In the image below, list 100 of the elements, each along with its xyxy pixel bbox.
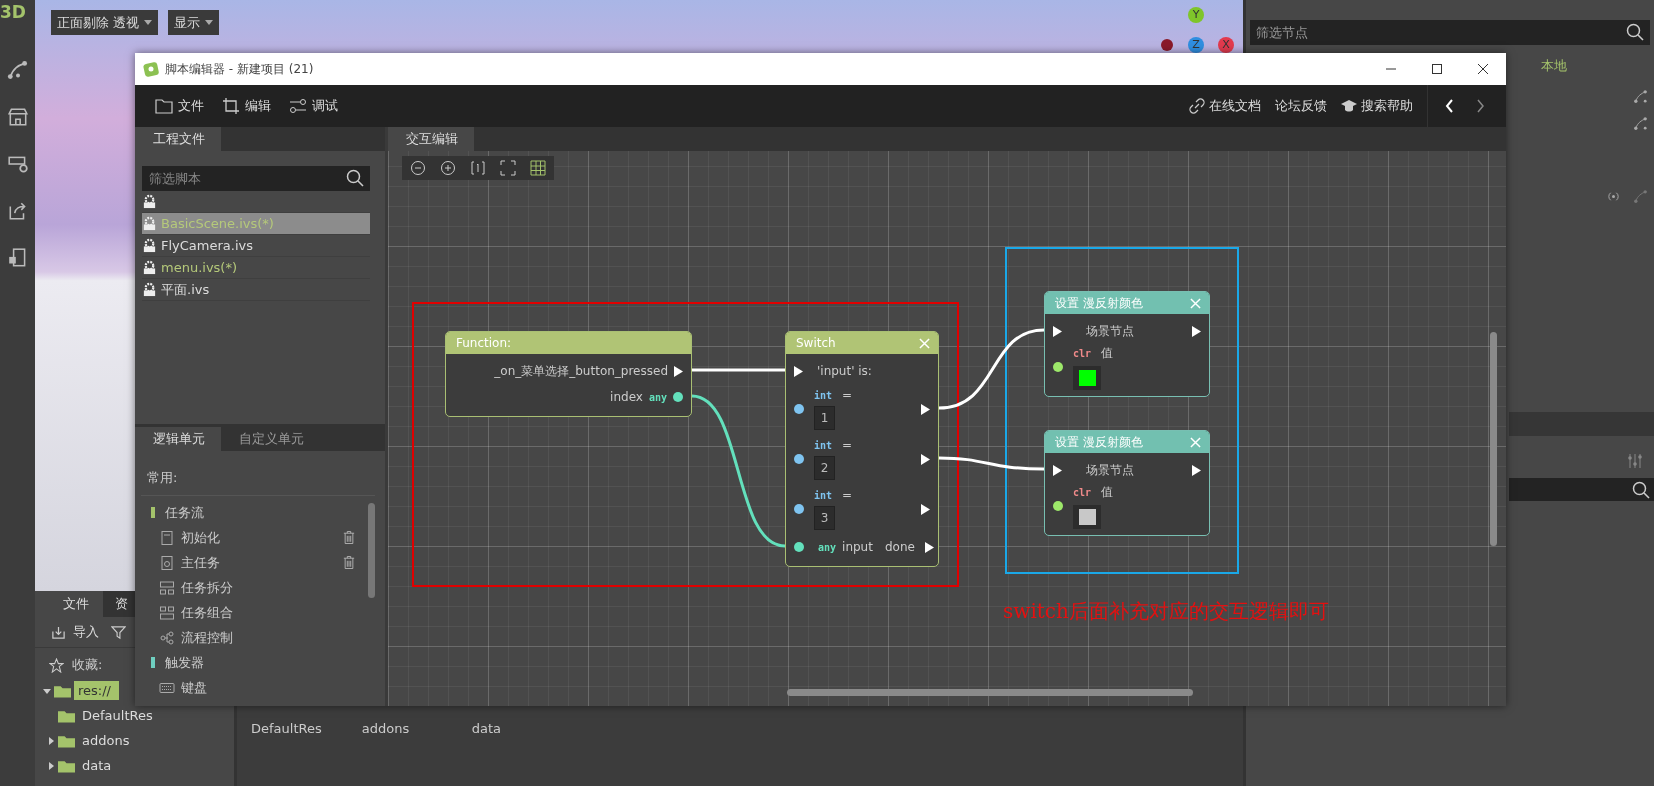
port-dot[interactable] [794, 504, 804, 514]
store-icon[interactable] [6, 106, 29, 128]
exec-triangle-icon[interactable] [674, 365, 683, 377]
port-label: 场景节点 [1086, 322, 1134, 340]
value-field[interactable]: 1 [814, 406, 835, 430]
graduation-cap-icon [1341, 98, 1357, 114]
script-filter-field[interactable]: 筛选脚本 [142, 166, 370, 191]
panel-tab[interactable]: 工程文件 [135, 127, 221, 151]
folder-icon [54, 683, 71, 698]
node-graph-icon[interactable] [1633, 189, 1648, 204]
type-label: any [648, 391, 667, 403]
port-label: 'input' is: [817, 364, 872, 378]
script-list-item[interactable]: menu.ivs(*) [142, 257, 370, 279]
unit-list-item[interactable]: 任务组合 [181, 603, 355, 622]
graph-node[interactable]: 设置 漫反射颜色 场景节点 clr 值 [1044, 291, 1210, 397]
editor-tab[interactable]: 交互编辑 [388, 127, 474, 151]
filter-icon[interactable] [111, 624, 126, 640]
unit-list-item[interactable]: 任务拆分 [181, 578, 355, 597]
type-label: int [814, 439, 833, 451]
event-name: _on_菜单选择_button_pressed [494, 362, 668, 380]
tree-item[interactable]: DefaultRes [78, 706, 157, 725]
port-dot[interactable] [1053, 501, 1063, 511]
tree-item[interactable]: data [78, 756, 116, 775]
gizmo-axis-handle[interactable]: Y [1188, 7, 1204, 23]
signal-icon[interactable] [1606, 189, 1621, 204]
help-link[interactable]: 在线文档 [1189, 97, 1261, 115]
file-item[interactable]: DefaultRes [251, 721, 322, 786]
exec-triangle-icon[interactable] [921, 453, 930, 465]
property-search-field[interactable] [1509, 478, 1654, 501]
type-label: any [818, 541, 837, 553]
dock-tab[interactable]: 文件 [35, 591, 103, 617]
menu-button[interactable]: 调试 [287, 97, 340, 115]
port-dot[interactable] [673, 392, 683, 402]
exec-triangle-icon[interactable] [1053, 325, 1062, 337]
color-picker[interactable] [1073, 504, 1101, 529]
zoom-out-icon[interactable] [410, 160, 426, 176]
graph-node[interactable]: Switch 'input' is: int = 1 int = 2 int = 3 any input done [785, 331, 939, 567]
exec-triangle-icon[interactable] [924, 541, 934, 553]
import-button[interactable]: 导入 [51, 623, 99, 641]
folder-icon [58, 758, 75, 773]
favorites-label: 收藏: [72, 656, 103, 674]
node-filter-field[interactable]: 筛选节点 [1250, 20, 1650, 45]
file-item[interactable]: data [471, 721, 542, 786]
port-label: index [610, 390, 643, 404]
file-item[interactable]: addons [361, 721, 432, 786]
unit-list-item[interactable]: 主任务 [181, 553, 337, 572]
actual-size-icon[interactable] [470, 160, 486, 176]
exec-triangle-icon[interactable] [794, 365, 803, 377]
sliders-icon[interactable] [1626, 452, 1644, 470]
help-link[interactable]: 论坛反馈 [1275, 97, 1327, 115]
graph-node[interactable]: 设置 漫反射颜色 场景节点 clr 值 [1044, 430, 1210, 536]
script-list-item[interactable]: FlyCamera.ivs [142, 235, 370, 257]
scrollbar-thumb[interactable] [368, 503, 375, 598]
menu-button[interactable]: 文件 [153, 97, 206, 115]
script-list-item[interactable]: 平面.ivs [142, 279, 370, 301]
exec-triangle-icon[interactable] [921, 403, 930, 415]
toggle-icon [289, 97, 307, 115]
unit-list-item[interactable]: 键盘 [181, 678, 355, 697]
panel-tab[interactable]: 本地 [1541, 58, 1567, 73]
expand-arrow-icon[interactable] [47, 736, 55, 745]
panel-tab[interactable]: 自定义单元 [221, 427, 320, 451]
exec-triangle-icon[interactable] [1053, 464, 1062, 476]
graph-canvas[interactable]: Function: _on_菜单选择_button_pressed index any Switch 'input' is: int = 1 int = 2 int = 3 any input done 设置 漫反射颜色 场景节点 clr 值 设置 漫反射颜色 场景节点 clr 值 switch后面补充对应的交互逻辑即可 [388, 151, 1506, 706]
node-title: 设置 漫反射颜色 [1055, 433, 1144, 451]
exec-triangle-icon[interactable] [1192, 325, 1201, 337]
viewport-menu-button[interactable]: 正面剔除 透视 [51, 10, 159, 35]
expand-arrow-icon[interactable] [47, 761, 55, 770]
port-dot[interactable] [794, 404, 804, 414]
trash-icon[interactable] [343, 555, 355, 570]
value-field[interactable]: 3 [814, 506, 835, 530]
dock-tab[interactable]: 资 [103, 591, 128, 617]
viewport-menu-button[interactable]: 显示 [168, 10, 220, 35]
port-dot[interactable] [1053, 362, 1063, 372]
help-link[interactable]: 搜索帮助 [1341, 97, 1413, 115]
gizmo-axis-handle[interactable]: Z [1188, 37, 1204, 53]
scrollbar-thumb[interactable] [1490, 332, 1497, 546]
expand-arrow-icon[interactable] [43, 686, 51, 695]
grid-icon[interactable] [530, 160, 546, 176]
value-field[interactable]: 2 [814, 456, 835, 480]
scrollbar-thumb[interactable] [787, 689, 1193, 696]
unit-list-item[interactable]: 流程控制 [181, 628, 355, 647]
node-graph-icon[interactable] [6, 59, 29, 81]
tree-item[interactable]: res:// [74, 681, 119, 700]
panel-tab[interactable]: 逻辑单元 [135, 427, 221, 451]
exec-triangle-icon[interactable] [921, 503, 930, 515]
port-dot[interactable] [794, 542, 804, 552]
fit-view-icon[interactable] [500, 160, 516, 176]
unit-list-item[interactable]: 初始化 [181, 528, 337, 547]
flow-icon [159, 629, 175, 646]
menu-button[interactable]: 编辑 [220, 97, 273, 115]
port-dot[interactable] [794, 454, 804, 464]
gear-icon [142, 260, 157, 275]
color-picker[interactable] [1073, 365, 1101, 390]
node-graph-icon[interactable] [1633, 116, 1648, 131]
node-graph-icon[interactable] [1633, 89, 1648, 104]
trash-icon[interactable] [343, 530, 355, 545]
graph-node[interactable]: Function: _on_菜单选择_button_pressed index any [445, 331, 692, 417]
tree-item[interactable]: addons [78, 731, 134, 750]
exec-triangle-icon[interactable] [1192, 464, 1201, 476]
zoom-in-icon[interactable] [440, 160, 456, 176]
